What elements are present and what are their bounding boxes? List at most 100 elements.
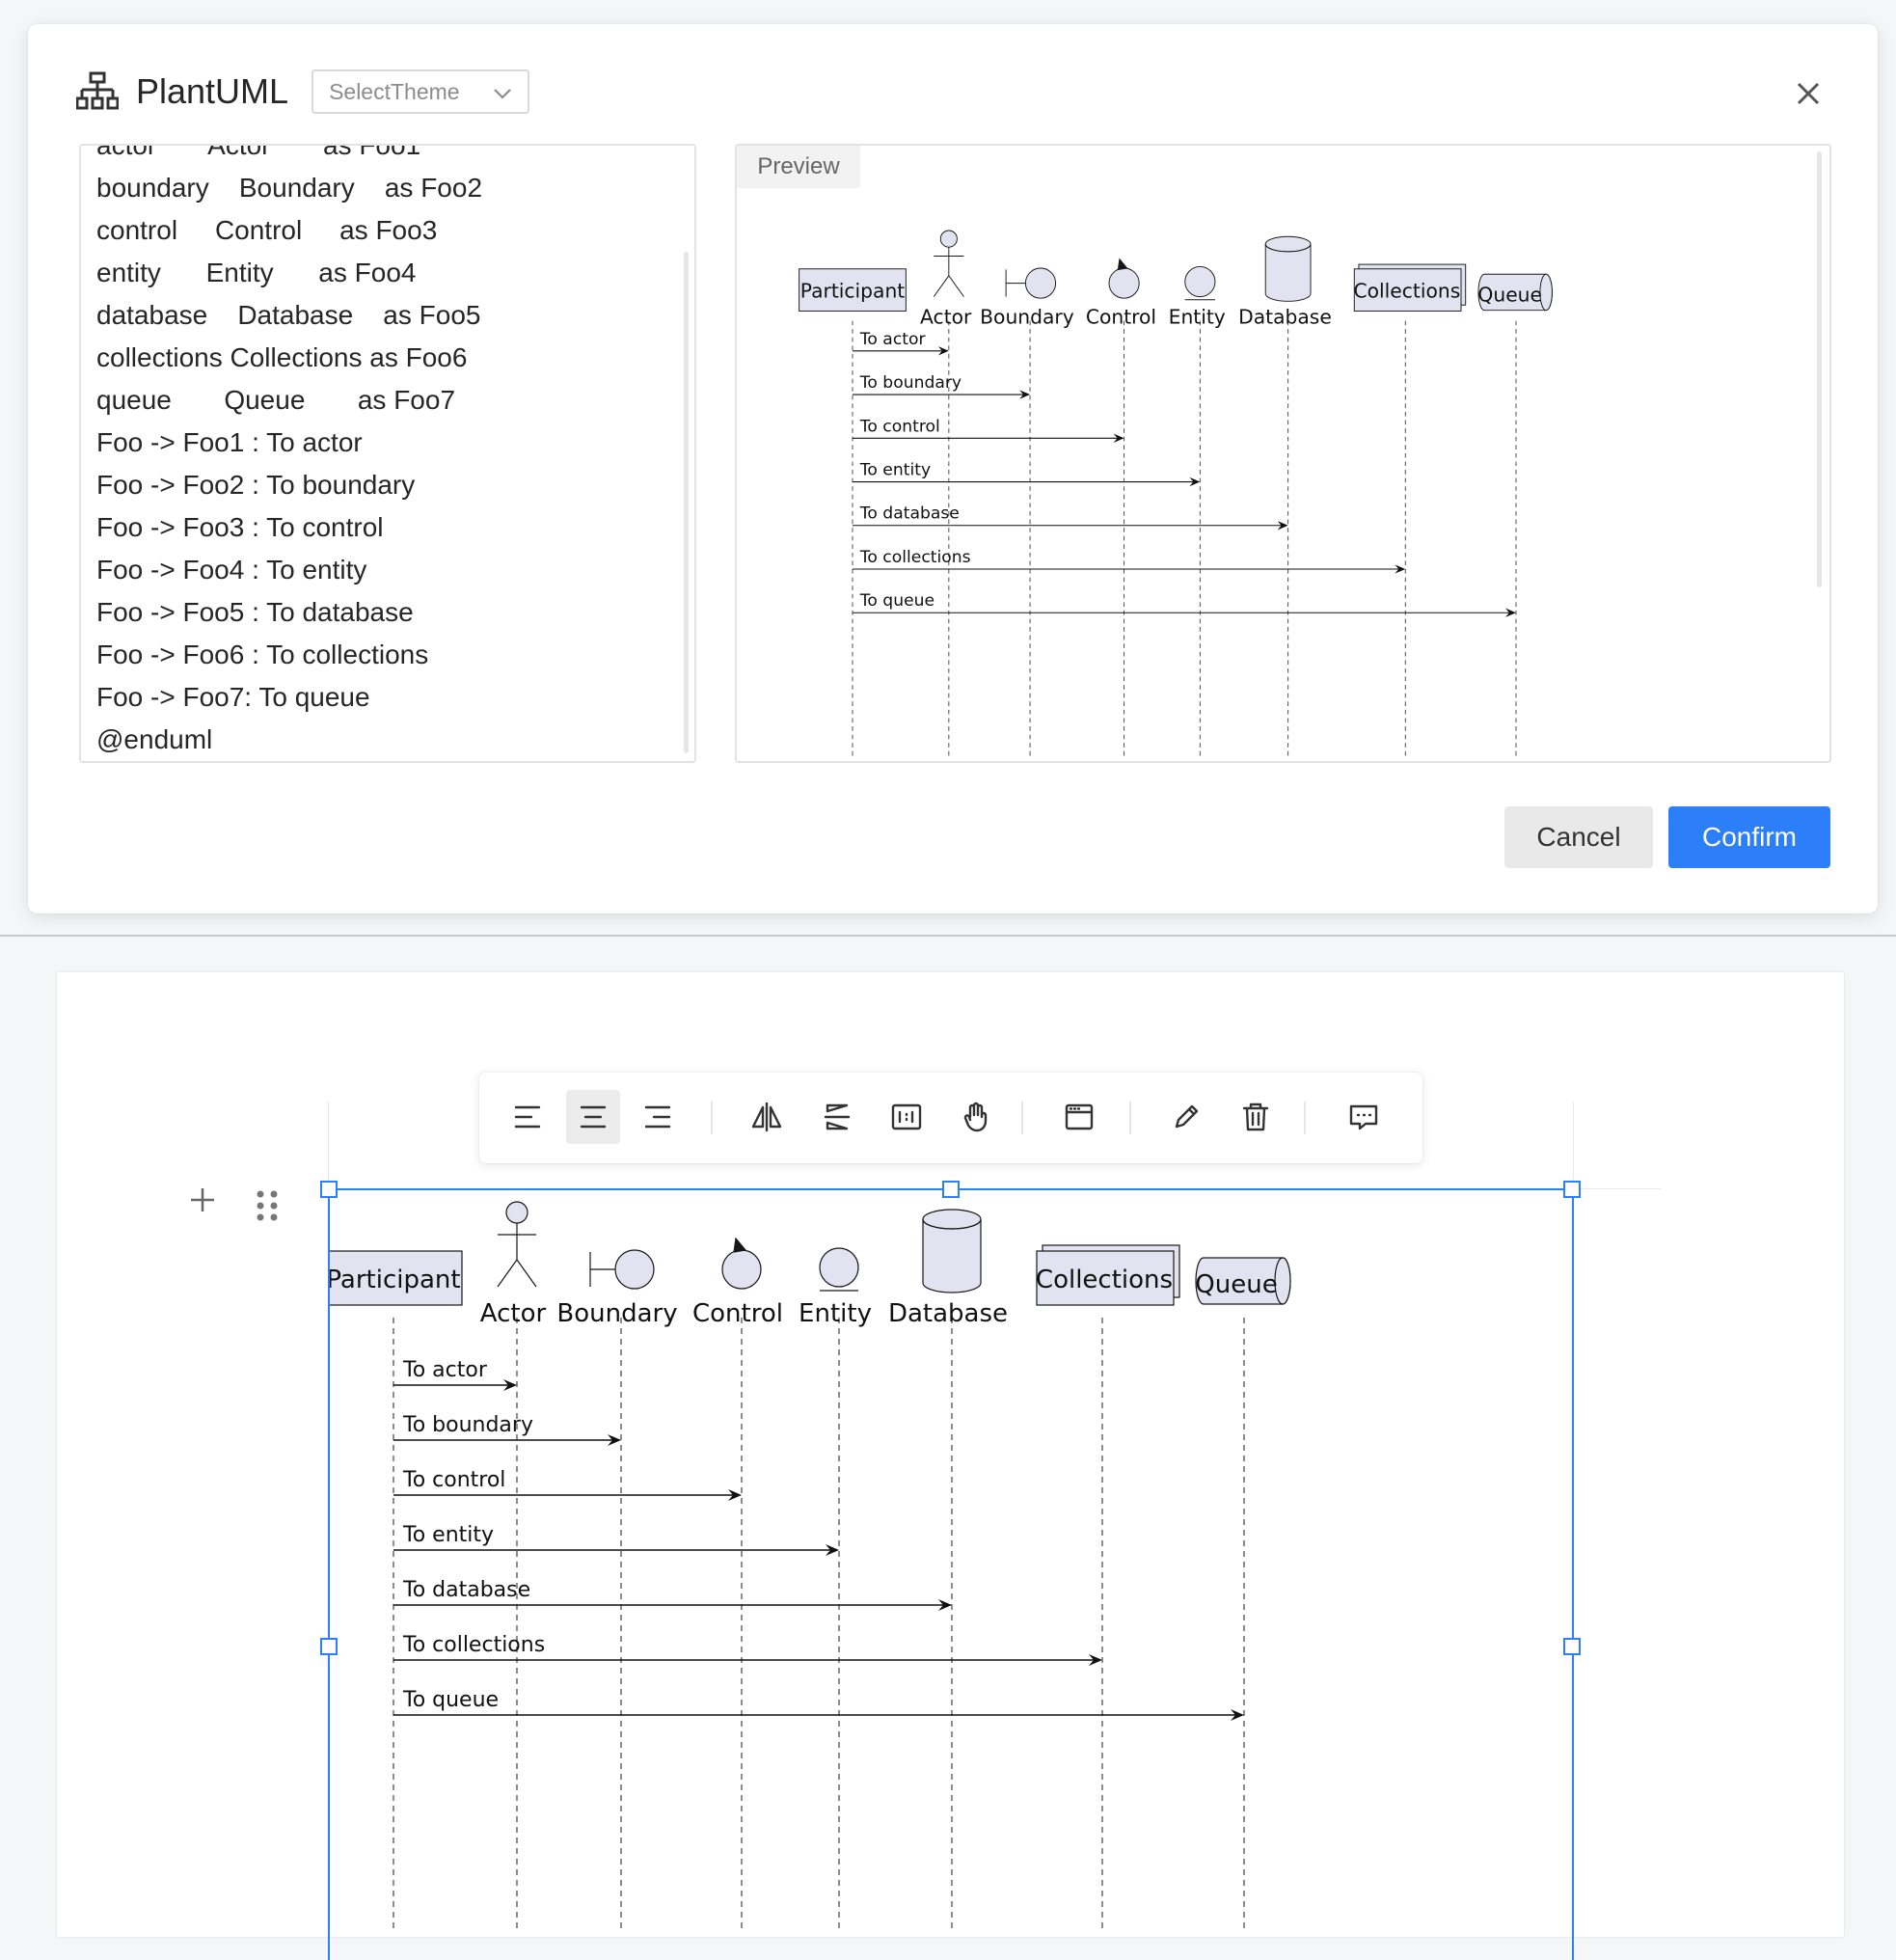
code-line: actor Actor as Foo1 [96,144,421,160]
participant-label: Participant [328,1266,461,1294]
message-label: To queue [402,1688,499,1712]
message-label: To entity [402,1523,494,1547]
code-line: Foo -> Foo5 : To database [96,597,414,627]
comment-icon [1349,1104,1378,1130]
code-line: Foo -> Foo4 : To entity [96,555,367,585]
theme-select[interactable]: SelectTheme [311,69,530,114]
message-label: To database [859,504,960,524]
message-label: To boundary [859,373,962,393]
confirm-button[interactable]: Confirm [1668,806,1830,868]
window-button[interactable] [1052,1090,1106,1144]
database-icon [922,1219,982,1293]
drag-hand-icon [963,1102,988,1132]
resize-handle-right[interactable] [1563,1638,1581,1655]
align-center-button[interactable] [566,1090,620,1144]
message-label: To queue [859,591,934,611]
message-label: To collections [859,548,971,567]
plantuml-image[interactable]: Participant Actor Boundary Control Entity Dat… [328,1188,1574,1929]
align-left-icon [514,1105,541,1129]
database-label: Database [1238,306,1332,329]
sequence-diagram: Participant Actor Boundary Control Entity Dat… [328,1201,1291,1929]
control-icon [1117,258,1128,271]
align-right-icon [644,1105,671,1129]
guide-line [328,1102,329,1188]
section-divider [0,935,1896,937]
resize-handle-left[interactable] [320,1638,338,1655]
toolbar-separator [711,1102,713,1134]
collections-label: Collections [1353,279,1460,302]
edit-pencil-button[interactable] [1159,1090,1213,1144]
message-label: To database [402,1578,530,1602]
actor-label: Actor [480,1299,547,1328]
message-label: To control [859,417,940,436]
control-icon [721,1249,762,1290]
flip-horizontal-icon [751,1102,782,1132]
boundary-icon [614,1249,655,1290]
toolbar-separator [1129,1102,1131,1134]
code-line: Foo -> Foo7: To queue [96,682,370,712]
control-icon [1108,267,1140,299]
code-line: database Database as Foo5 [96,300,481,330]
message-label: To boundary [402,1413,533,1437]
boundary-icon [589,1252,615,1287]
flip-vertical-icon [824,1103,851,1130]
edit-pencil-icon [1175,1104,1199,1129]
message-label: To actor [402,1358,488,1382]
control-icon [733,1237,747,1253]
close-icon[interactable] [1789,74,1828,113]
boundary-label: Boundary [556,1299,677,1328]
code-editor[interactable]: actor Actor as Foo1 boundary Boundary as … [79,144,696,763]
entity-icon [819,1247,859,1288]
participant-label: Participant [800,279,906,302]
database-icon [1264,244,1312,302]
actor-icon [939,230,958,248]
comment-button[interactable] [1337,1090,1391,1144]
plantuml-dialog: PlantUML SelectTheme actor Actor as Foo1… [28,24,1878,913]
cancel-button[interactable]: Cancel [1504,806,1653,868]
diagram-group: Participant Actor Boundary Control Entity Dat… [799,230,1553,757]
toolbar-separator [1304,1102,1306,1134]
code-line: Foo -> Foo3 : To control [96,512,384,542]
align-center-icon [580,1105,607,1129]
control-label: Control [1086,306,1156,329]
code-line: queue Queue as Foo7 [96,385,456,415]
code-line: Foo -> Foo2 : To boundary [96,470,416,500]
queue-label: Queue [1477,283,1542,306]
resize-handle-top[interactable] [942,1181,960,1198]
actor-icon [933,247,964,297]
entity-label: Entity [1169,306,1226,329]
delete-trash-button[interactable] [1229,1090,1283,1144]
message-label: To collections [402,1633,545,1657]
collections-label: Collections [1036,1266,1173,1294]
resize-handle-top-left[interactable] [320,1181,338,1198]
align-right-button[interactable] [631,1090,685,1144]
editor-scrollbar[interactable] [684,252,689,753]
flip-vertical-button[interactable] [810,1090,864,1144]
database-label: Database [888,1299,1008,1328]
preview-scrollbar[interactable] [1817,151,1822,587]
code-line: entity Entity as Foo4 [96,258,417,287]
resize-handle-top-right[interactable] [1563,1181,1581,1198]
theme-select-placeholder: SelectTheme [329,78,460,104]
code-line: boundary Boundary as Foo2 [96,173,483,203]
original-size-button[interactable] [880,1090,934,1144]
code-lines[interactable]: actor Actor as Foo1 boundary Boundary as … [96,144,483,761]
boundary-icon [1024,267,1057,299]
code-line: Foo -> Foo1 : To actor [96,427,363,457]
flip-horizontal-button[interactable] [740,1090,794,1144]
chevron-down-icon [493,79,512,105]
guide-line [1573,1102,1574,1188]
actor-label: Actor [920,306,972,329]
boundary-icon [1005,269,1026,297]
add-block-icon[interactable] [185,1183,220,1217]
code-line: Foo -> Foo6 : To collections [96,640,429,669]
align-left-button[interactable] [501,1090,555,1144]
drag-handle-icon[interactable] [253,1188,282,1223]
image-toolbar [479,1073,1422,1163]
entity-label: Entity [799,1299,872,1328]
code-line: control Control as Foo3 [96,215,438,245]
dialog-header: PlantUML SelectTheme [75,67,530,117]
control-label: Control [692,1299,783,1328]
delete-trash-icon [1242,1102,1269,1131]
drag-hand-button[interactable] [949,1090,1003,1144]
